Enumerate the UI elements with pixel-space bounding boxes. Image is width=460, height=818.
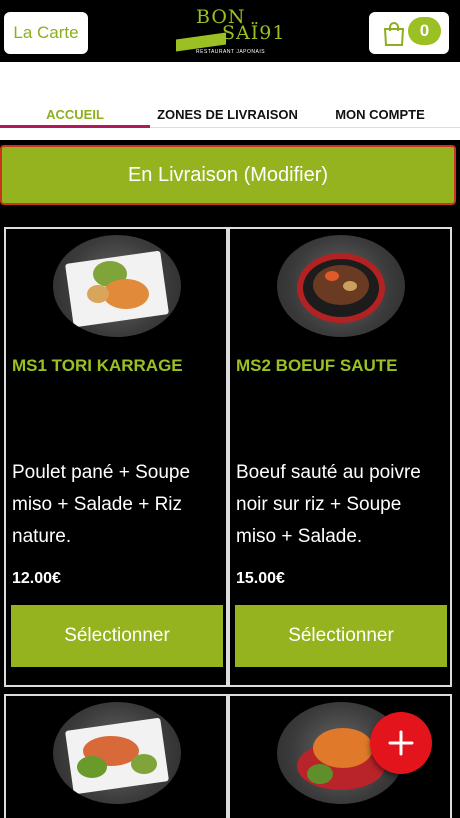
product-card [4,694,228,818]
tab-zones-de-livraison[interactable]: ZONES DE LIVRAISON [150,100,305,128]
logo-subtitle: RESTAURANT JAPONAIS [196,49,266,55]
product-image[interactable] [277,235,405,337]
tab-accueil[interactable]: ACCUEIL [0,100,150,128]
logo-line2: SAÏ91 [222,22,286,44]
product-title: MS2 BOEUF SAUTE [236,356,398,375]
active-tab-indicator [0,125,150,128]
product-description: Boeuf sauté au poivre noir sur riz + Sou… [236,462,421,547]
product-price: 15.00€ [236,570,285,587]
app-header: La Carte BON SAÏ91 RESTAURANT JAPONAIS 0 [0,0,460,62]
select-button[interactable]: Sélectionner [11,605,223,667]
product-card: MS1 TORI KARRAGE Poulet pané + Soupe mis… [4,227,228,687]
product-price: 12.00€ [12,570,61,587]
cart-count-badge: 0 [408,17,441,45]
cart-button[interactable]: 0 [369,12,449,54]
product-description: Poulet pané + Soupe miso + Salade + Riz … [12,462,191,547]
product-card: MS2 BOEUF SAUTE Boeuf sauté au poivre no… [228,227,452,687]
product-title: MS1 TORI KARRAGE [12,356,183,375]
tab-mon-compte[interactable]: MON COMPTE [305,100,455,128]
add-fab-button[interactable] [370,712,432,774]
bonsai91-logo[interactable]: BON SAÏ91 RESTAURANT JAPONAIS [174,6,284,56]
product-image[interactable] [53,702,181,804]
select-button[interactable]: Sélectionner [235,605,447,667]
product-image[interactable] [53,235,181,337]
shopping-bag-icon [383,22,405,46]
la-carte-button[interactable]: La Carte [4,12,88,54]
plus-icon [388,730,414,756]
delivery-mode-button[interactable]: En Livraison (Modifier) [0,145,456,205]
